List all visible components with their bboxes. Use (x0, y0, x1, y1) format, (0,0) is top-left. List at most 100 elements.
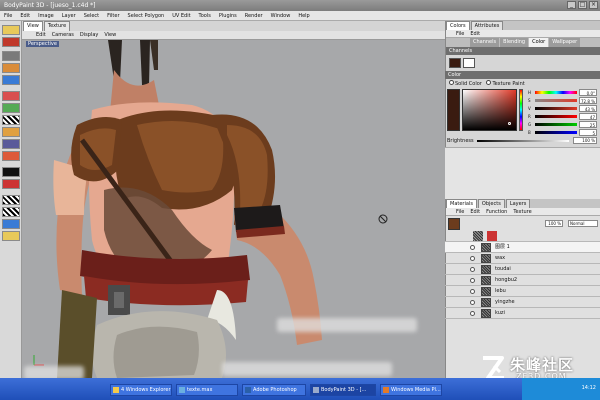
slider-v-value[interactable]: 43 % (579, 105, 597, 112)
menu-filter[interactable]: Filter (107, 11, 119, 20)
undo-tool-icon[interactable] (2, 25, 20, 35)
layers-menu-texture[interactable]: Texture (513, 208, 531, 215)
slider-h-value[interactable]: 0.0° (579, 89, 597, 96)
slider-r[interactable]: R 47 (528, 113, 598, 120)
uv-mode-icon[interactable] (2, 207, 20, 217)
visibility-eye-icon[interactable] (470, 256, 475, 261)
layer-row[interactable]: toudai (445, 264, 600, 275)
slider-g-value[interactable]: 25 (579, 121, 597, 128)
menu-window[interactable]: Window (271, 11, 291, 20)
slider-b-track[interactable] (535, 131, 577, 134)
tab-materials[interactable]: Materials (446, 199, 477, 208)
menu-layer[interactable]: Layer (62, 11, 76, 20)
slider-v-track[interactable] (535, 107, 577, 110)
slider-h-track[interactable] (535, 91, 577, 94)
projection-painting-icon[interactable] (2, 195, 20, 205)
menu-select-polygon[interactable]: Select Polygon (128, 11, 165, 20)
material-thumbnail[interactable] (448, 218, 460, 230)
menu-file[interactable]: File (4, 11, 12, 20)
layer-row[interactable]: yingzhe (445, 297, 600, 308)
taskbar-item-3dsmax[interactable]: texte.max (176, 384, 238, 396)
polygon-mode-icon[interactable] (2, 219, 20, 229)
brush-tool-icon[interactable] (2, 91, 20, 101)
slider-g[interactable]: G 25 (528, 121, 598, 128)
menu-edit[interactable]: Edit (20, 11, 30, 20)
color-layer-icon[interactable] (487, 231, 497, 241)
viewport-menu-display[interactable]: Display (80, 31, 98, 39)
color-picker-field[interactable] (462, 89, 517, 131)
slider-r-track[interactable] (535, 115, 577, 118)
maximize-button[interactable]: □ (578, 1, 587, 9)
subtab-color[interactable]: Color (529, 38, 549, 47)
menu-select[interactable]: Select (84, 11, 99, 20)
smudge-tool-icon[interactable] (2, 151, 20, 161)
paint-bucket-icon[interactable] (2, 103, 20, 113)
eraser-tool-icon[interactable] (2, 127, 20, 137)
visibility-eye-icon[interactable] (470, 267, 475, 272)
taskbar-item-photoshop[interactable]: Adobe Photoshop (242, 384, 306, 396)
checker-tool-icon[interactable] (2, 115, 20, 125)
close-button[interactable]: × (589, 1, 598, 9)
brightness-track[interactable] (477, 140, 569, 142)
layer-row[interactable]: 图层 1 (445, 242, 600, 253)
visibility-eye-icon[interactable] (470, 300, 475, 305)
blend-mode-select[interactable]: Normal (568, 220, 598, 227)
menu-render[interactable]: Render (245, 11, 263, 20)
viewport-menu-cameras[interactable]: Cameras (52, 31, 74, 39)
background-color-icon[interactable] (2, 179, 20, 189)
foreground-color-icon[interactable] (2, 167, 20, 177)
slider-v[interactable]: V 43 % (528, 105, 598, 112)
viewport-menu-edit[interactable]: Edit (36, 31, 46, 39)
scale-tool-icon[interactable] (2, 63, 20, 73)
subtab-blending[interactable]: Blending (500, 38, 529, 47)
layers-menu-edit[interactable]: Edit (470, 208, 480, 215)
menu-help[interactable]: Help (298, 11, 309, 20)
tab-texture[interactable]: Texture (43, 21, 71, 31)
solid-color-radio[interactable] (449, 80, 454, 85)
colors-menu-file[interactable]: File (456, 30, 464, 37)
slider-s[interactable]: S 72.8 % (528, 97, 598, 104)
menu-plugins[interactable]: Plugins (219, 11, 237, 20)
render-icon[interactable] (2, 231, 20, 241)
slider-g-track[interactable] (535, 123, 577, 126)
texture-thumbnail-icon[interactable] (473, 231, 483, 241)
slider-s-track[interactable] (535, 99, 577, 102)
slider-b-value[interactable]: 5 (579, 129, 597, 136)
layer-opacity-field[interactable]: 100 % (545, 220, 563, 227)
visibility-eye-icon[interactable] (470, 278, 475, 283)
menu-image[interactable]: Image (38, 11, 54, 20)
tab-layers[interactable]: Layers (505, 199, 531, 208)
taskbar-item-media-player[interactable]: Windows Media Pl... (380, 384, 442, 396)
tab-attributes[interactable]: Attributes (470, 21, 504, 30)
taskbar-item-bodypaint[interactable]: BodyPaint 3D - [... (310, 384, 376, 396)
clone-tool-icon[interactable] (2, 139, 20, 149)
tab-objects[interactable]: Objects (477, 199, 505, 208)
channel-swatch-white[interactable] (463, 58, 475, 68)
layer-row[interactable]: lebu (445, 286, 600, 297)
visibility-eye-icon[interactable] (470, 311, 475, 316)
visibility-eye-icon[interactable] (470, 245, 475, 250)
tab-colors[interactable]: Colors (446, 21, 470, 30)
subtab-wallpaper[interactable]: Wallpaper (549, 38, 581, 47)
texture-paint-radio[interactable] (486, 80, 492, 85)
colors-menu-edit[interactable]: Edit (470, 30, 480, 37)
subtab-channels[interactable]: Channels (470, 38, 500, 47)
minimize-button[interactable]: _ (567, 1, 576, 9)
layers-menu-file[interactable]: File (456, 208, 464, 215)
layer-row[interactable]: kuzi (445, 308, 600, 319)
3d-viewport[interactable]: Perspective (22, 40, 445, 378)
visibility-eye-icon[interactable] (470, 289, 475, 294)
hue-strip[interactable] (519, 89, 523, 131)
layer-row[interactable]: wax (445, 253, 600, 264)
layers-menu-function[interactable]: Function (486, 208, 507, 215)
taskbar-item-explorer[interactable]: 4 Windows Explorer (110, 384, 172, 396)
menu-uv-edit[interactable]: UV Edit (172, 11, 190, 20)
layer-row[interactable]: hongbu2 (445, 275, 600, 286)
menu-tools[interactable]: Tools (199, 11, 211, 20)
slider-r-value[interactable]: 47 (579, 113, 597, 120)
brightness-value[interactable]: 100 % (573, 137, 597, 144)
viewport-menu-view[interactable]: View (104, 31, 116, 39)
redo-tool-icon[interactable] (2, 37, 20, 47)
move-tool-icon[interactable] (2, 51, 20, 61)
rotate-tool-icon[interactable] (2, 75, 20, 85)
